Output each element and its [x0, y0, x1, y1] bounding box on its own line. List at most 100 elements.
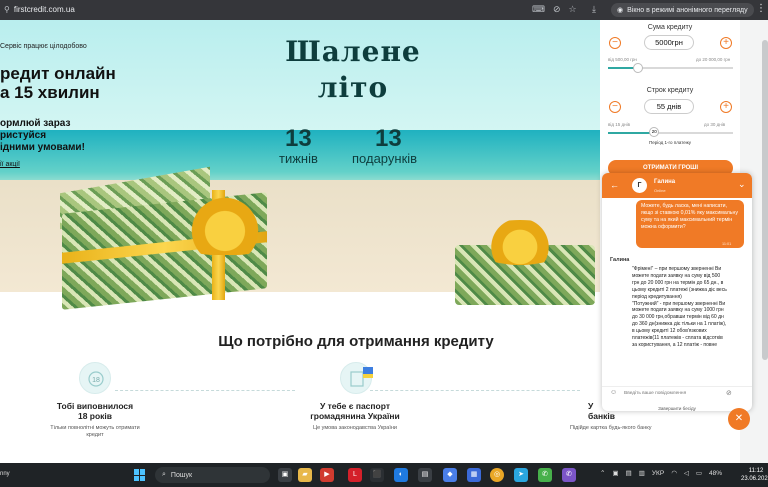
end-chat-link[interactable]: Завершити бесіду — [602, 406, 752, 411]
browser-toolbar: ⚲ firstcredit.com.ua ⌨ ⊘ ☆ ⤓ ◉ Вікно в р… — [0, 0, 768, 20]
address-bar[interactable]: ⚲ firstcredit.com.ua — [4, 5, 75, 14]
telegram-icon[interactable]: ➤ — [514, 468, 528, 482]
site-info-icon[interactable]: ⚲ — [4, 5, 10, 14]
payment-period-label: Період 1-го платежу — [648, 140, 692, 145]
url-text[interactable]: firstcredit.com.ua — [14, 5, 75, 14]
hero-headline: редит онлайн а 15 хвилин — [0, 64, 116, 102]
promotions-link[interactable]: ії акції — [0, 161, 20, 168]
term-max-label: до 30 днів — [704, 122, 726, 127]
requirement-card-desc: Підійде картка будь-якого банку — [570, 425, 652, 431]
task-view-icon[interactable]: ▣ — [278, 468, 292, 482]
term-value-field[interactable]: 55 днів — [644, 99, 694, 114]
amount-label: Сума кредиту — [647, 24, 693, 31]
incognito-label: Вікно в режимі анонімного перегляду — [627, 6, 748, 14]
chat-input-placeholder[interactable]: Введіть ваше повідомлення — [624, 391, 686, 396]
app-l-icon[interactable]: L — [348, 468, 362, 482]
chat-widget: ← Г Галина Оnline ⌄ Можете, будь ласка, … — [602, 173, 752, 411]
app-tray-icon[interactable]: ▤ — [626, 469, 632, 477]
bookmark-star-icon[interactable]: ☆ — [569, 4, 577, 15]
agent-name: Галина — [654, 179, 676, 185]
passport-icon — [340, 362, 373, 394]
term-min-label: від 15 днів — [608, 122, 631, 127]
requirement-passport-title: У тебе є паспорт громадянина України — [310, 401, 400, 421]
emoji-icon[interactable]: ☺ — [610, 389, 617, 396]
battery-icon[interactable]: ▭ — [696, 469, 702, 477]
taskbar-left-text: nny — [0, 471, 10, 477]
translate-icon[interactable]: ⌨ — [532, 4, 545, 15]
term-label: Строк кредиту — [646, 87, 694, 94]
tracking-off-icon[interactable]: ⊘ — [553, 4, 561, 15]
gifts-label: подарунків — [352, 151, 418, 166]
start-icon[interactable] — [134, 469, 146, 481]
bot-message: "Фрімені" – при першому зверненні Ви мож… — [632, 266, 727, 348]
app-icon[interactable]: ✆ — [538, 468, 552, 482]
term-slider-handle[interactable]: 20 — [649, 127, 660, 137]
svg-text:18: 18 — [92, 377, 100, 384]
attach-icon[interactable]: ⊘ — [726, 389, 732, 397]
gift-bow-icon — [170, 195, 280, 255]
amount-minus-button[interactable]: − — [609, 37, 621, 49]
promo-title-line2: літо — [317, 71, 389, 104]
hero-banner: Сервіс працює цілодобово редит онлайн а … — [0, 20, 600, 310]
clock-date: 23.06.2026 — [741, 476, 768, 482]
age-badge-icon: 18 — [79, 362, 111, 394]
amount-min-label: від 500,00 грн — [608, 57, 637, 62]
app-icon[interactable]: ▶ — [320, 468, 334, 482]
promo-title: Шалене літо — [258, 34, 448, 106]
hero-tagline: Сервіс працює цілодобово — [0, 43, 87, 50]
chevron-up-icon[interactable]: ⌃ — [600, 469, 605, 477]
requirements-title: Що потрібно для отримання кредиту — [218, 333, 494, 350]
download-icon[interactable]: ⤓ — [592, 4, 596, 15]
user-message: Можете, будь ласка, мені написати, якщо … — [636, 200, 744, 248]
chrome-icon[interactable]: ◎ — [490, 468, 504, 482]
back-arrow-icon[interactable]: ← — [610, 180, 619, 190]
app-icon[interactable]: ⬛ — [370, 468, 384, 482]
app-icon[interactable]: ▦ — [467, 468, 481, 482]
term-slider[interactable] — [608, 132, 733, 134]
app-tray-icon[interactable]: ▣ — [612, 469, 618, 477]
system-tray: ⌃ ▣ ▤ ▥ УКР ◠ ◁ ▭ 48% — [600, 469, 723, 478]
user-message-time: 11:01 — [722, 242, 732, 246]
windows-taskbar: nny ⌕ Пошук ▣ ▰ ▶ L ⬛ ◐ ▤ ◆ ▦ ◎ ➤ ✆ ✆ ⌃ … — [0, 463, 768, 487]
battery-percent: 48% — [709, 469, 723, 477]
amount-value-field[interactable]: 5000грн — [644, 35, 694, 50]
incognito-badge[interactable]: ◉ Вікно в режимі анонімного перегляду — [611, 3, 754, 17]
amount-slider-handle[interactable] — [633, 63, 643, 73]
incognito-icon: ◉ — [617, 7, 624, 14]
app-icon[interactable]: ▤ — [418, 468, 432, 482]
language-indicator[interactable]: УКР — [652, 470, 664, 477]
bot-sender-name: Галина — [610, 257, 630, 263]
taskbar-search[interactable]: ⌕ Пошук — [155, 467, 270, 483]
divider-dashed — [370, 390, 580, 391]
edge-icon[interactable]: ◐ — [394, 468, 408, 482]
term-slider-fill — [608, 132, 655, 134]
browser-menu-icon[interactable]: ⋮ — [756, 3, 766, 14]
agent-status: Оnline — [654, 188, 666, 193]
requirement-age-desc: Тільки повнолітні можуть отримати кредит — [50, 425, 140, 438]
file-explorer-icon[interactable]: ▰ — [298, 468, 312, 482]
gifts-number: 13 — [375, 125, 402, 152]
gift-bow-small-icon — [470, 220, 570, 265]
amount-plus-button[interactable]: + — [720, 37, 732, 49]
hero-subhead: ормлюй зараз ристуйся ідними умовами! — [0, 118, 85, 153]
viber-icon[interactable]: ✆ — [562, 468, 576, 482]
term-plus-button[interactable]: + — [720, 101, 732, 113]
chat-input-bar[interactable]: ☺ Введіть ваше повідомлення ⊘ — [602, 386, 752, 399]
chevron-down-icon[interactable]: ⌄ — [738, 179, 746, 190]
amount-slider[interactable] — [608, 67, 733, 69]
divider-dashed — [115, 390, 295, 391]
page-scrollbar-thumb[interactable] — [762, 40, 768, 360]
loan-calculator: Сума кредиту − 5000грн + від 500,00 грн … — [600, 20, 740, 188]
weeks-number: 13 — [285, 125, 312, 152]
app-tray-icon[interactable]: ▥ — [639, 469, 645, 477]
weeks-label: тижнів — [279, 151, 318, 166]
requirement-passport-desc: Це умова законодавства України — [313, 425, 397, 431]
requirement-age-title: Тобі виповнилося 18 років — [56, 401, 134, 421]
term-minus-button[interactable]: − — [609, 101, 621, 113]
wifi-icon[interactable]: ◠ — [671, 469, 677, 477]
chat-header: ← Г Галина Оnline ⌄ — [602, 173, 752, 198]
app-icon[interactable]: ◆ — [443, 468, 457, 482]
volume-icon[interactable]: ◁ — [684, 469, 689, 477]
chat-close-button[interactable]: ✕ — [728, 408, 750, 430]
clock[interactable]: 11:12 23.06.2026 — [741, 467, 768, 483]
